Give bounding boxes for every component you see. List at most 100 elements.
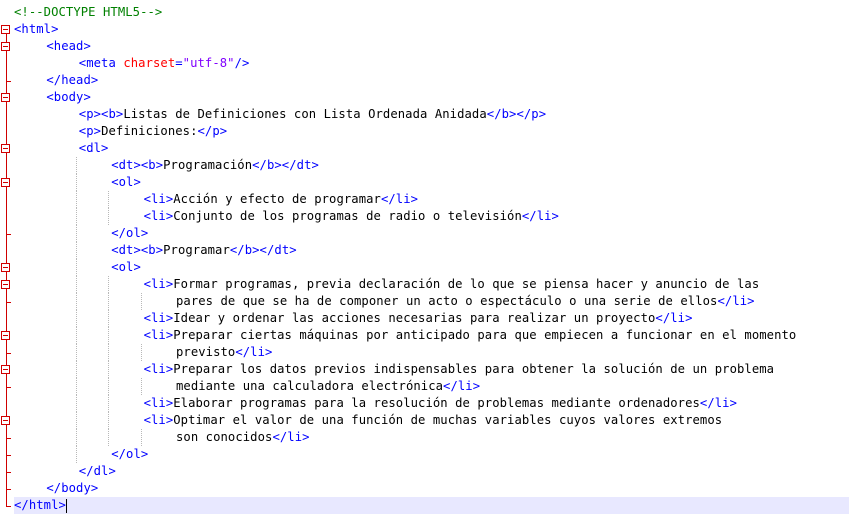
indent-guide — [108, 361, 110, 378]
fold-minus-icon[interactable] — [1, 280, 10, 289]
fold-minus-icon[interactable] — [1, 144, 10, 153]
code-token: <li> — [143, 311, 174, 325]
fold-minus-icon[interactable] — [1, 331, 10, 340]
fold-end-tick — [6, 81, 11, 82]
code-token: </body> — [46, 481, 99, 495]
code-line[interactable]: <p><b>Listas de Definiciones con Lista O… — [14, 106, 849, 123]
indent-guide — [75, 276, 77, 293]
code-line[interactable]: </dl> — [14, 463, 849, 480]
code-line-content: <li>Elaborar programas para la resolució… — [14, 396, 737, 410]
indent-guide — [75, 446, 77, 463]
indent-guide — [108, 378, 110, 395]
code-token: <dt><b> — [111, 158, 164, 172]
code-line[interactable]: </body> — [14, 480, 849, 497]
code-line[interactable]: <ol> — [14, 174, 849, 191]
code-line[interactable]: <li>Preparar ciertas máquinas por antici… — [14, 327, 849, 344]
code-line[interactable]: pares de que se ha de componer un acto o… — [14, 293, 849, 310]
code-line-content: <li>Conjunto de los programas de radio o… — [14, 209, 559, 223]
code-line[interactable]: <li>Idear y ordenar las acciones necesar… — [14, 310, 849, 327]
code-token: </li> — [717, 294, 755, 308]
code-line[interactable]: <dt><b>Programación</b></dt> — [14, 157, 849, 174]
code-token: <body> — [46, 90, 91, 104]
code-token: pares de que se ha de componer un acto o… — [176, 294, 718, 308]
code-line-content: pares de que se ha de componer un acto o… — [14, 294, 755, 308]
code-token: <meta — [78, 56, 124, 70]
code-token: <li> — [143, 396, 174, 410]
code-token: </ol> — [111, 226, 149, 240]
code-token: </li> — [235, 345, 273, 359]
code-token: <p> — [78, 124, 102, 138]
code-line-content: <p><b>Listas de Definiciones con Lista O… — [14, 107, 546, 121]
code-token: </li> — [272, 430, 310, 444]
indent-guide — [108, 412, 110, 429]
fold-minus-icon[interactable] — [1, 263, 10, 272]
code-area[interactable]: <!--DOCTYPE HTML5--> <html> <head> <meta ch… — [14, 4, 849, 514]
code-token: mediante una calculadora electrónica — [176, 379, 444, 393]
code-token: </head> — [46, 73, 99, 87]
code-line[interactable]: <p>Definiciones:</p> — [14, 123, 849, 140]
fold-end-tick — [6, 455, 11, 456]
code-token: Conjunto de los programas de radio o tel… — [173, 209, 522, 223]
code-token: <p><b> — [78, 107, 124, 121]
fold-minus-icon[interactable] — [1, 93, 10, 102]
indent-guide — [75, 412, 77, 429]
code-token: <li> — [143, 362, 174, 376]
code-token: Acción y efecto de programar — [173, 192, 381, 206]
code-line-content: <ol> — [14, 260, 141, 274]
code-line-content: <body> — [14, 90, 91, 104]
code-line[interactable]: <li>Acción y efecto de programar</li> — [14, 191, 849, 208]
code-token: "utf-8" — [182, 56, 235, 70]
code-line[interactable]: </ol> — [14, 225, 849, 242]
indent-guide — [108, 395, 110, 412]
code-line-content: <li>Acción y efecto de programar</li> — [14, 192, 418, 206]
code-line[interactable]: <!--DOCTYPE HTML5--> — [14, 4, 849, 21]
fold-minus-icon[interactable] — [1, 365, 10, 374]
code-line-content: <!--DOCTYPE HTML5--> — [14, 5, 162, 19]
code-line[interactable]: <li>Preparar los datos previos indispens… — [14, 361, 849, 378]
fold-minus-icon[interactable] — [1, 178, 10, 187]
indent-guide — [140, 344, 142, 361]
code-token: Elaborar programas para la resolución de… — [173, 396, 700, 410]
code-editor[interactable]: <!--DOCTYPE HTML5--> <html> <head> <meta ch… — [0, 0, 849, 518]
code-line[interactable]: <head> — [14, 38, 849, 55]
code-line[interactable]: <body> — [14, 89, 849, 106]
indent-guide — [75, 157, 77, 174]
code-line-content: <li>Optimar el valor de una función de m… — [14, 413, 722, 427]
code-line-content: <ol> — [14, 175, 141, 189]
code-line-content: </ol> — [14, 447, 148, 461]
code-token: </li> — [380, 192, 419, 206]
code-line[interactable]: <dt><b>Programar</b></dt> — [14, 242, 849, 259]
code-line-content: <li>Idear y ordenar las acciones necesar… — [14, 311, 693, 325]
code-token: <li> — [143, 328, 174, 342]
code-line-content: <li>Formar programas, previa declaración… — [14, 277, 760, 291]
fold-end-tick — [6, 438, 11, 439]
fold-minus-icon[interactable] — [1, 416, 10, 425]
indent-guide — [75, 208, 77, 225]
code-line-content: </dl> — [14, 464, 116, 478]
code-token: Formar programas, previa declaración de … — [173, 277, 760, 291]
fold-end-tick — [6, 234, 11, 235]
code-line[interactable]: <meta charset="utf-8"/> — [14, 55, 849, 72]
fold-margin[interactable] — [0, 0, 14, 518]
fold-minus-icon[interactable] — [1, 25, 10, 34]
code-line[interactable]: <li>Formar programas, previa declaración… — [14, 276, 849, 293]
code-token: Preparar ciertas máquinas por anticipado… — [173, 328, 797, 342]
fold-end-tick — [6, 387, 11, 388]
code-line[interactable]: <li>Elaborar programas para la resolució… — [14, 395, 849, 412]
code-token: </p> — [197, 124, 228, 138]
code-line[interactable]: </ol> — [14, 446, 849, 463]
code-line[interactable]: previsto</li> — [14, 344, 849, 361]
code-line[interactable]: <ol> — [14, 259, 849, 276]
code-line[interactable]: </html> — [14, 497, 849, 514]
code-line[interactable]: <dl> — [14, 140, 849, 157]
code-line[interactable]: <li>Optimar el valor de una función de m… — [14, 412, 849, 429]
fold-minus-icon[interactable] — [1, 42, 10, 51]
code-line[interactable]: son conocidos</li> — [14, 429, 849, 446]
code-line[interactable]: mediante una calculadora electrónica</li… — [14, 378, 849, 395]
code-line[interactable]: <li>Conjunto de los programas de radio o… — [14, 208, 849, 225]
indent-guide — [108, 208, 110, 225]
code-line[interactable]: </head> — [14, 72, 849, 89]
code-line[interactable]: <html> — [14, 21, 849, 38]
indent-guide — [108, 327, 110, 344]
code-token: </b></dt> — [229, 243, 297, 257]
